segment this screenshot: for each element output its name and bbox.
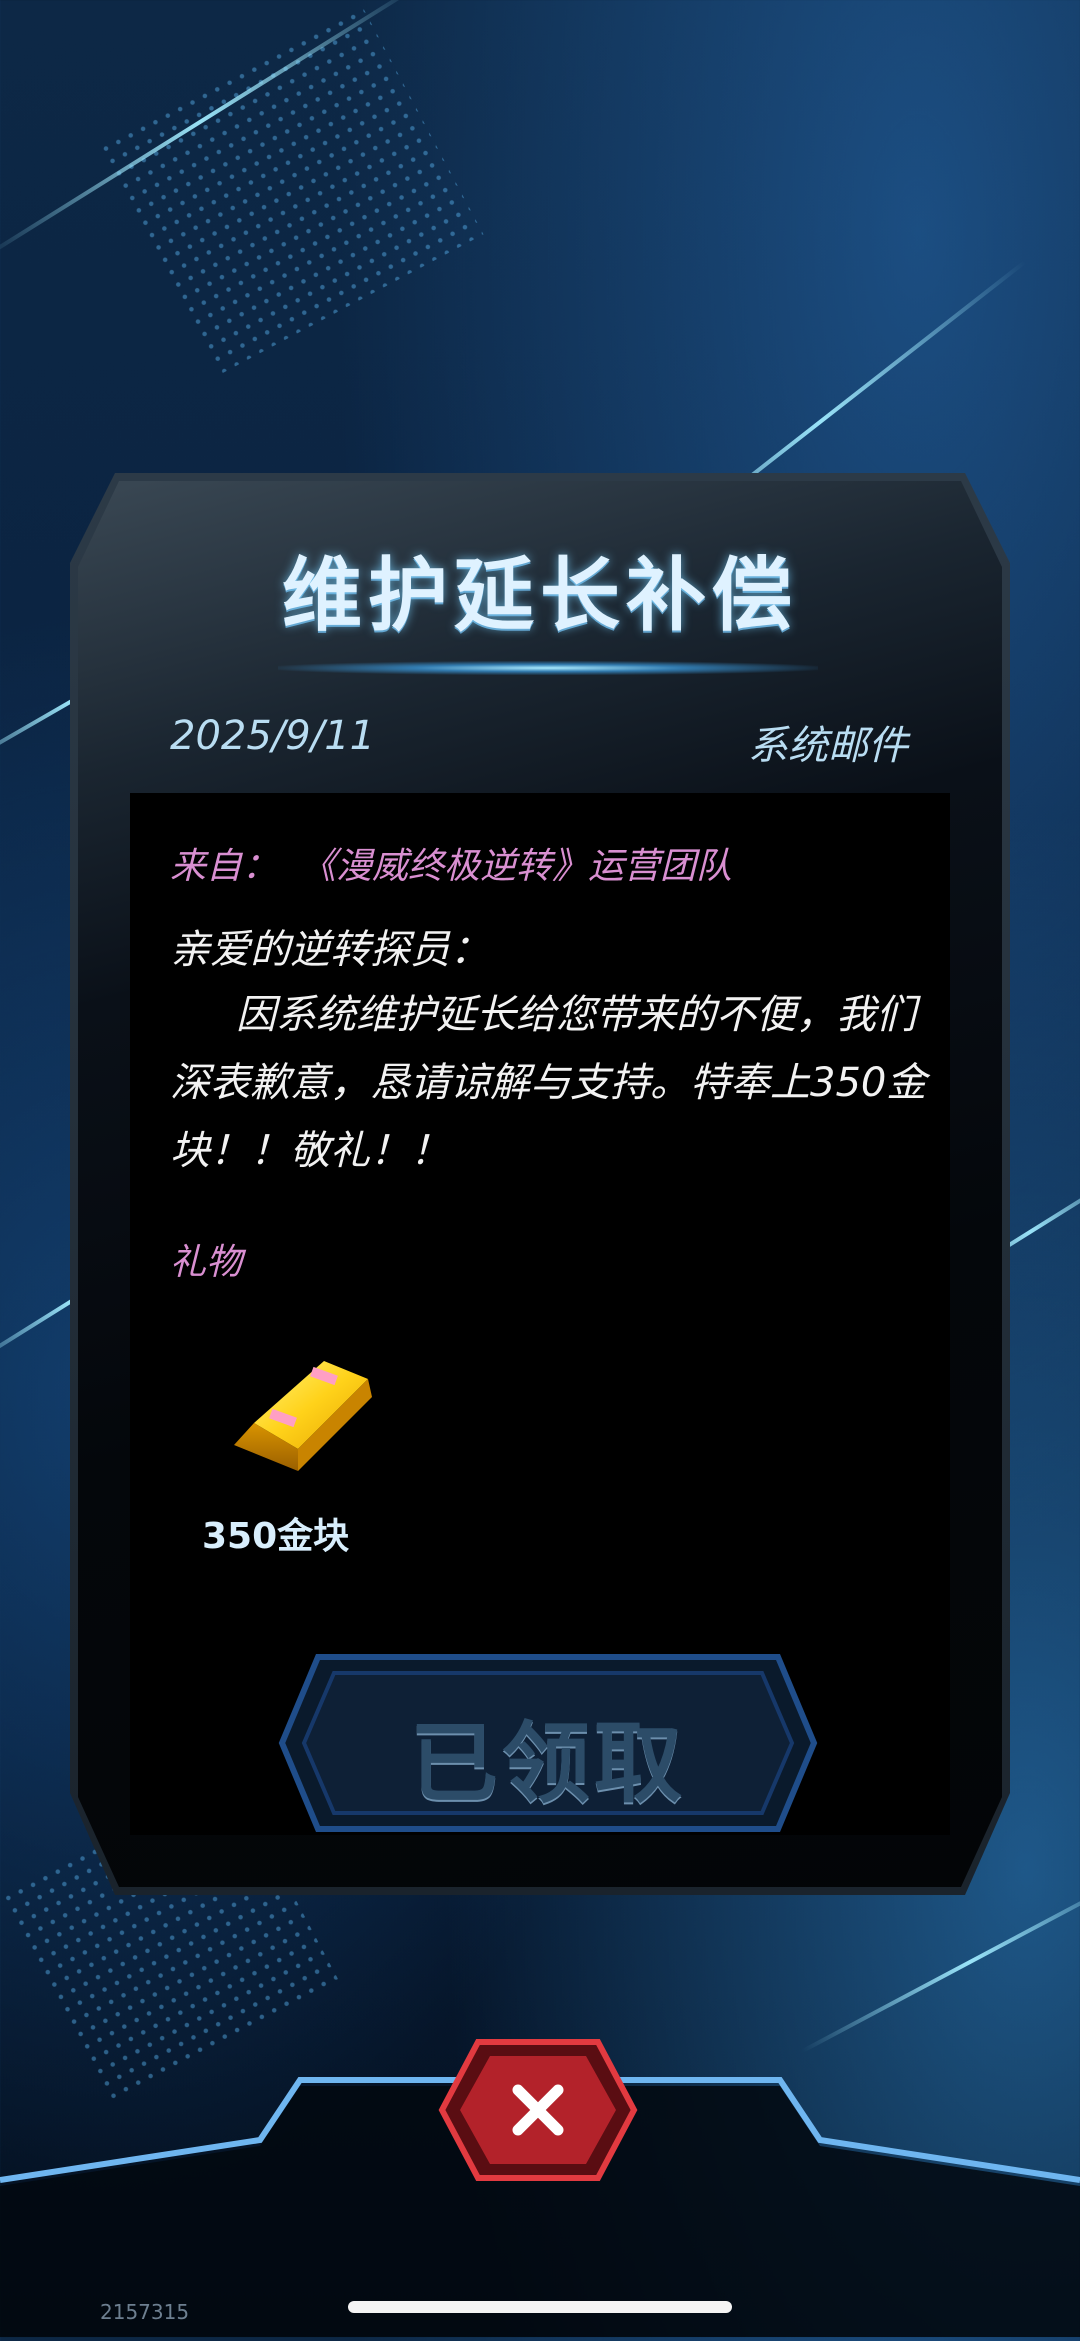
mail-dialog: 维护延长补偿 2025/9/11 系统邮件 来自： 《漫威终极逆转》运营团队 亲爱… xyxy=(70,473,1010,1895)
mail-sender: 来自： 《漫威终极逆转》运营团队 xyxy=(170,837,732,889)
mail-greeting: 亲爱的逆转探员： xyxy=(170,927,490,973)
build-id: 2157315 xyxy=(100,2300,190,2324)
mail-dialog-body: 维护延长补偿 2025/9/11 系统邮件 来自： 《漫威终极逆转》运营团队 亲爱… xyxy=(78,481,1002,1887)
mail-body: 因系统维护延长给您带来的不便，我们深表歉意，恳请谅解与支持。特奉上350金块！！… xyxy=(170,992,927,1174)
close-icon xyxy=(512,2084,564,2136)
claimed-button-label: 已领取 xyxy=(409,1712,686,1815)
sender-label: 来自： xyxy=(170,846,279,887)
mail-type: 系统邮件 xyxy=(748,723,908,769)
sender-name: 《漫威终极逆转》运营团队 xyxy=(318,846,733,887)
home-indicator[interactable] xyxy=(348,2301,732,2313)
gift-name: 350金块 xyxy=(202,1516,350,1557)
close-button[interactable] xyxy=(438,2038,638,2182)
mail-date: 2025/9/11 xyxy=(170,713,376,759)
background-dots xyxy=(96,4,484,376)
title-underline-glow xyxy=(278,661,818,675)
gold-bar-icon xyxy=(226,1353,376,1483)
mail-title: 维护延长补偿 xyxy=(282,549,798,642)
gift-section-label: 礼物 xyxy=(170,1242,243,1283)
claimed-button[interactable]: 已领取 xyxy=(278,1653,818,1833)
mail-content: 来自： 《漫威终极逆转》运营团队 亲爱的逆转探员： 因系统维护延长给您带来的不便，… xyxy=(130,793,950,1835)
